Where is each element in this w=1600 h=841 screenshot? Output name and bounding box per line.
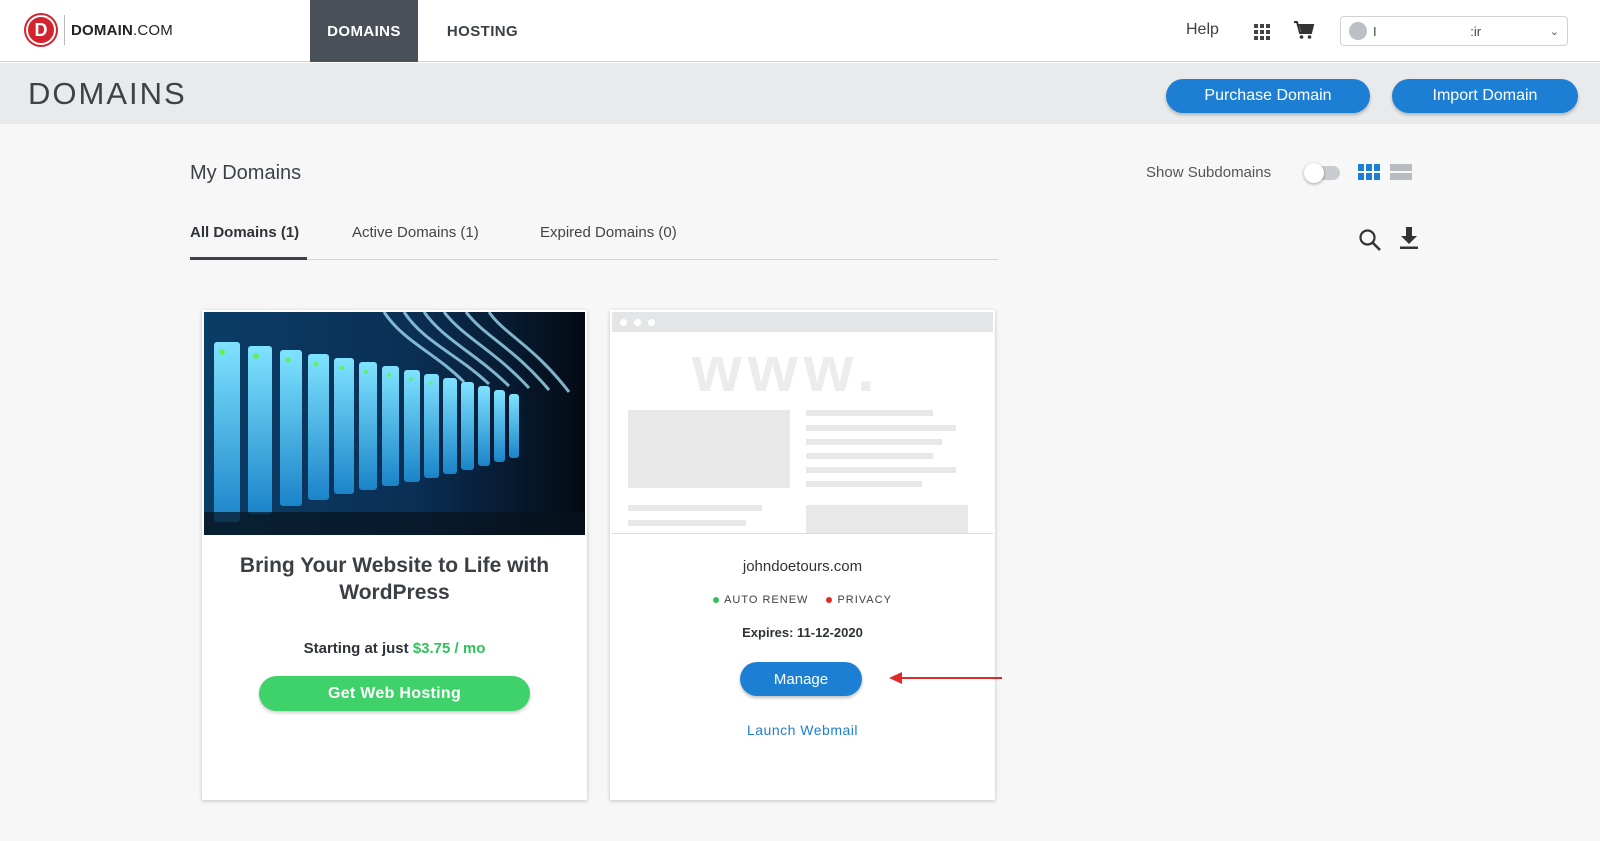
preview-www-text: www. [692, 333, 881, 405]
status-dot-green-icon [713, 597, 720, 603]
website-preview: www. [612, 312, 993, 534]
promo-price: Starting at just $3.75 / mo [202, 640, 587, 657]
manage-button[interactable]: Manage [740, 662, 862, 696]
domain-card: www. johndoetours.com AUTO RENEW PRIVACY… [610, 310, 995, 800]
top-navigation: D DOMAIN.COM DOMAINS HOSTING Help I :ir … [0, 0, 1600, 62]
annotation-arrow-icon [889, 672, 1002, 684]
main-content: My Domains Show Subdomains All Domains (… [0, 124, 1600, 841]
download-icon[interactable] [1399, 226, 1419, 250]
logo-text: DOMAIN.COM [71, 22, 173, 39]
logo-mark-icon: D [26, 15, 56, 45]
shopping-cart-icon[interactable] [1293, 20, 1315, 40]
logo-divider [64, 15, 65, 45]
get-web-hosting-button[interactable]: Get Web Hosting [259, 676, 530, 711]
tab-all-domains[interactable]: All Domains (1) [190, 220, 307, 260]
promo-title: Bring Your Website to Life with WordPres… [239, 554, 550, 604]
promo-price-value: $3.75 / mo [412, 640, 486, 657]
import-domain-button[interactable]: Import Domain [1392, 79, 1578, 113]
nav-tab-domains[interactable]: DOMAINS [310, 0, 418, 62]
server-rack-image [204, 312, 585, 535]
toggle-knob [1304, 163, 1324, 183]
launch-webmail-link[interactable]: Launch Webmail [610, 722, 995, 738]
domain-status-row: AUTO RENEW PRIVACY [610, 594, 995, 606]
user-avatar-icon [1349, 22, 1367, 40]
account-name: I :ir [1373, 23, 1482, 39]
domain-name: johndoetours.com [742, 558, 863, 575]
page-header: DOMAINS Purchase Domain Import Domain [0, 63, 1600, 124]
show-subdomains-label: Show Subdomains [1146, 164, 1272, 181]
privacy-status: PRIVACY [826, 594, 891, 606]
promo-price-prefix: Starting at just [303, 640, 413, 657]
search-icon[interactable] [1358, 228, 1382, 252]
tab-expired-domains[interactable]: Expired Domains (0) [540, 220, 677, 260]
logo-text-bold: DOMAIN [71, 21, 134, 39]
tab-active-domains[interactable]: Active Domains (1) [352, 220, 479, 260]
domain-expiry: Expires: 11-12-2020 [742, 625, 863, 640]
logo-text-rest: .COM [133, 21, 173, 39]
status-dot-red-icon [826, 597, 833, 603]
auto-renew-status: AUTO RENEW [713, 594, 808, 606]
brand-logo[interactable]: D DOMAIN.COM [26, 15, 173, 45]
page-title: DOMAINS [28, 76, 187, 111]
browser-bar [612, 312, 993, 332]
domain-tabs: All Domains (1) Active Domains (1) Expir… [190, 220, 998, 260]
grid-view-icon[interactable] [1358, 164, 1380, 180]
apps-grid-icon[interactable] [1254, 24, 1270, 40]
list-view-icon[interactable] [1390, 164, 1412, 180]
chevron-down-icon: ⌄ [1549, 25, 1559, 38]
purchase-domain-button[interactable]: Purchase Domain [1166, 79, 1370, 113]
section-title: My Domains [190, 162, 302, 184]
nav-tab-hosting[interactable]: HOSTING [430, 0, 535, 62]
account-menu[interactable]: I :ir ⌄ [1340, 16, 1568, 46]
help-link[interactable]: Help [1186, 21, 1219, 39]
hosting-promo-card: Bring Your Website to Life with WordPres… [202, 310, 587, 800]
show-subdomains-toggle[interactable] [1304, 163, 1340, 183]
